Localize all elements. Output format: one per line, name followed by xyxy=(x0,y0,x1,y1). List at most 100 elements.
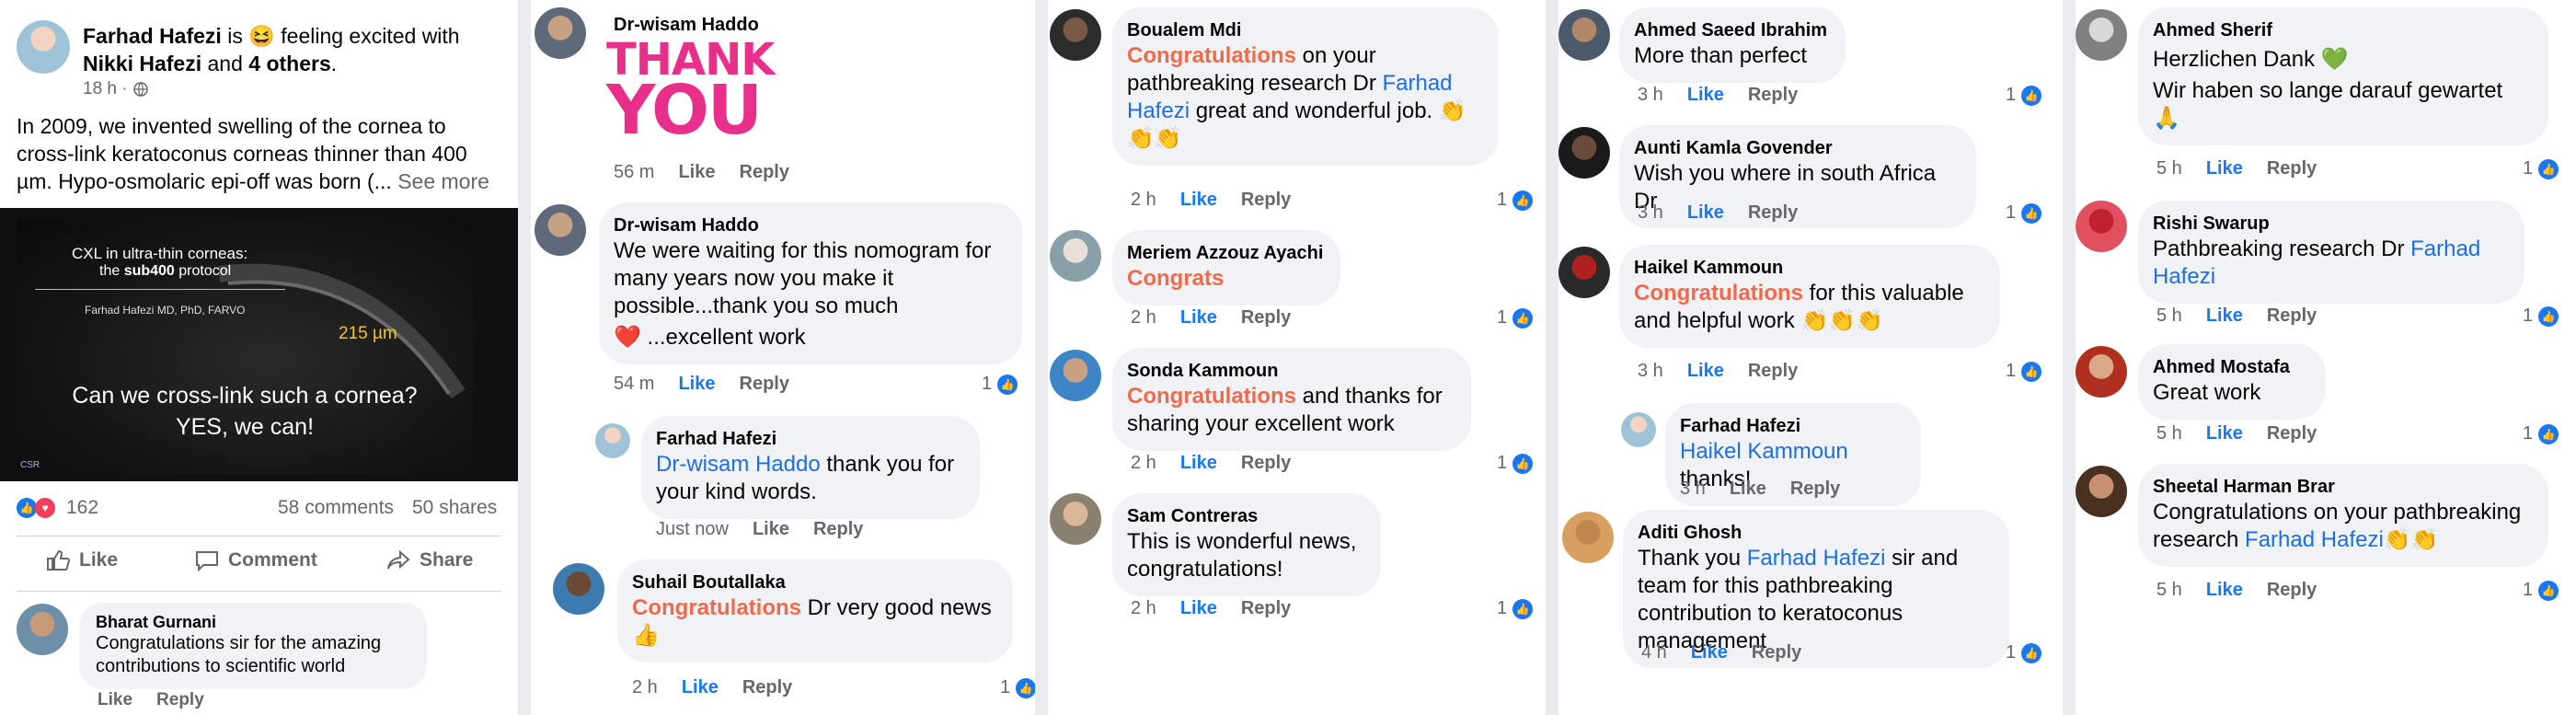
comment-time[interactable]: 54 m xyxy=(614,374,654,395)
commenter-avatar[interactable] xyxy=(1621,412,1656,447)
comment-time[interactable]: 2 h xyxy=(1131,190,1156,211)
comment-author[interactable]: Aditi Ghosh xyxy=(1638,521,1995,545)
comment-reply-button[interactable]: Reply xyxy=(2267,158,2317,179)
comment-like-button[interactable]: Like xyxy=(2206,580,2243,601)
tagged-others[interactable]: 4 others xyxy=(248,52,330,75)
comment-reply-button[interactable]: Reply xyxy=(742,677,792,698)
comment-time[interactable]: 2 h xyxy=(1131,307,1156,329)
post-comment-button[interactable]: Comment xyxy=(195,549,317,571)
comment-author[interactable]: Sam Contreras xyxy=(1127,504,1366,528)
comment-reply-button[interactable]: Reply xyxy=(1790,479,1840,500)
post-author-name[interactable]: Farhad Hafezi xyxy=(83,24,222,48)
comment-time[interactable]: 3 h xyxy=(1638,202,1663,224)
comments-count[interactable]: 58 comments xyxy=(278,497,394,519)
comment-time[interactable]: 4 h xyxy=(1641,642,1667,663)
commenter-avatar[interactable] xyxy=(1558,9,1610,61)
comment-reply-button[interactable]: Reply xyxy=(2267,306,2317,327)
commenter-avatar[interactable] xyxy=(2076,346,2127,398)
comment-like-button[interactable]: Like xyxy=(678,374,715,395)
comment-reply-button[interactable]: Reply xyxy=(740,162,789,183)
comment-like-button[interactable]: Like xyxy=(753,519,789,540)
commenter-avatar[interactable] xyxy=(535,204,586,256)
comment-like-button[interactable]: Like xyxy=(1687,202,1724,224)
comment-author[interactable]: Sonda Kammoun xyxy=(1127,359,1456,383)
commenter-avatar[interactable] xyxy=(17,604,68,655)
comment-reply-button[interactable]: Reply xyxy=(1241,598,1291,619)
comment-reply-button[interactable]: Reply xyxy=(740,374,789,395)
comment-time[interactable]: 2 h xyxy=(1131,453,1156,474)
comment-time[interactable]: 2 h xyxy=(1131,598,1156,619)
comment-reply-button[interactable]: Reply xyxy=(1241,453,1291,474)
comment-reply-button[interactable]: Reply xyxy=(2267,580,2317,601)
commenter-avatar[interactable] xyxy=(595,423,630,458)
mention-link[interactable]: Haikel Kammoun xyxy=(1680,439,1848,464)
comment-author[interactable]: Dr-wisam Haddo xyxy=(614,213,1007,237)
comment-author[interactable]: Ahmed Saeed Ibrahim xyxy=(1634,18,1831,42)
comment-reply-button[interactable]: Reply xyxy=(1241,190,1291,211)
comment-like-button[interactable]: Like xyxy=(1180,598,1217,619)
comment-like-button[interactable]: Like xyxy=(2206,306,2243,327)
comment-like-button[interactable]: Like xyxy=(682,677,719,698)
comment-like-button[interactable]: Like xyxy=(1691,642,1728,663)
comment-reply-button[interactable]: Reply xyxy=(1748,361,1798,382)
comment-like-button[interactable]: Like xyxy=(1687,85,1724,106)
commenter-avatar[interactable] xyxy=(1558,127,1610,179)
comment-time[interactable]: 5 h xyxy=(2156,423,2182,444)
comment-time[interactable]: 3 h xyxy=(1638,85,1663,106)
shares-count[interactable]: 50 shares xyxy=(412,497,497,519)
commenter-avatar[interactable] xyxy=(2076,201,2127,252)
comment-time[interactable]: 3 h xyxy=(1680,479,1706,500)
comment-reply-button[interactable]: Reply xyxy=(2267,423,2317,444)
comment-time[interactable]: 5 h xyxy=(2156,158,2182,179)
post-image[interactable]: CXL in ultra-thin corneas: the sub400 pr… xyxy=(0,208,518,481)
commenter-avatar[interactable] xyxy=(1562,512,1614,563)
comment-reply-button[interactable]: Reply xyxy=(1748,202,1798,224)
comment-reply-button[interactable]: Reply xyxy=(1241,307,1291,329)
comment-author[interactable]: Farhad Hafezi xyxy=(1680,414,1906,438)
comment-author[interactable]: Ahmed Sherif xyxy=(2153,18,2534,42)
comment-time[interactable]: 5 h xyxy=(2156,580,2182,601)
comment-author[interactable]: Ahmed Mostafa xyxy=(2153,355,2311,379)
commenter-avatar[interactable] xyxy=(2076,466,2127,517)
commenter-avatar[interactable] xyxy=(1050,9,1101,61)
comment-author[interactable]: Farhad Hafezi xyxy=(656,427,965,451)
comment-time[interactable]: 56 m xyxy=(614,162,654,183)
comment-like-button[interactable]: Like xyxy=(1180,190,1217,211)
comment-like-button[interactable]: Like xyxy=(1730,479,1766,500)
comment-author[interactable]: Boualem Mdi xyxy=(1127,18,1484,42)
commenter-avatar[interactable] xyxy=(1558,247,1610,298)
see-more-link[interactable]: See more xyxy=(397,169,489,193)
comment-time[interactable]: 3 h xyxy=(1638,361,1663,382)
comment-author[interactable]: Aunti Kamla Govender xyxy=(1634,136,1961,160)
comment-author[interactable]: Haikel Kammoun xyxy=(1634,256,1985,280)
comment-author[interactable]: Rishi Swarup xyxy=(2153,212,2510,236)
post-like-button[interactable]: Like xyxy=(46,549,118,571)
comment-reply-button[interactable]: Reply xyxy=(1748,85,1798,106)
mention-link[interactable]: Farhad Hafezi xyxy=(2245,527,2384,552)
commenter-avatar[interactable] xyxy=(2076,9,2127,61)
post-author-avatar[interactable] xyxy=(17,20,70,74)
commenter-avatar[interactable] xyxy=(1050,350,1101,401)
comment-time[interactable]: Just now xyxy=(656,519,729,540)
comment-like-button[interactable]: Like xyxy=(1180,307,1217,329)
comment-like-button[interactable]: Like xyxy=(2206,158,2243,179)
comment-author[interactable]: Bharat Gurnani xyxy=(96,612,410,632)
comment-like-button[interactable]: Like xyxy=(1687,361,1724,382)
comment-reply-button[interactable]: Reply xyxy=(813,519,863,540)
comment-reply-button[interactable]: Reply xyxy=(156,690,204,710)
mention-link[interactable]: Farhad Hafezi xyxy=(1747,546,1886,571)
comment-author[interactable]: Sheetal Harman Brar xyxy=(2153,475,2534,499)
comment-author[interactable]: Meriem Azzouz Ayachi xyxy=(1127,241,1326,265)
post-share-button[interactable]: Share xyxy=(386,549,473,571)
comment-like-button[interactable]: Like xyxy=(2206,423,2243,444)
comment-like-button[interactable]: Like xyxy=(1180,453,1217,474)
commenter-avatar[interactable] xyxy=(535,7,586,59)
comment-time[interactable]: 2 h xyxy=(632,677,658,698)
comment-reply-button[interactable]: Reply xyxy=(1752,642,1801,663)
reaction-summary[interactable]: 👍 ♥ 162 xyxy=(17,497,98,519)
mention-link[interactable]: Dr-wisam Haddo xyxy=(656,452,821,477)
comment-like-button[interactable]: Like xyxy=(98,690,132,710)
tagged-person[interactable]: Nikki Hafezi xyxy=(83,52,201,75)
commenter-avatar[interactable] xyxy=(553,563,604,615)
comment-author[interactable]: Suhail Boutallaka xyxy=(632,571,998,594)
